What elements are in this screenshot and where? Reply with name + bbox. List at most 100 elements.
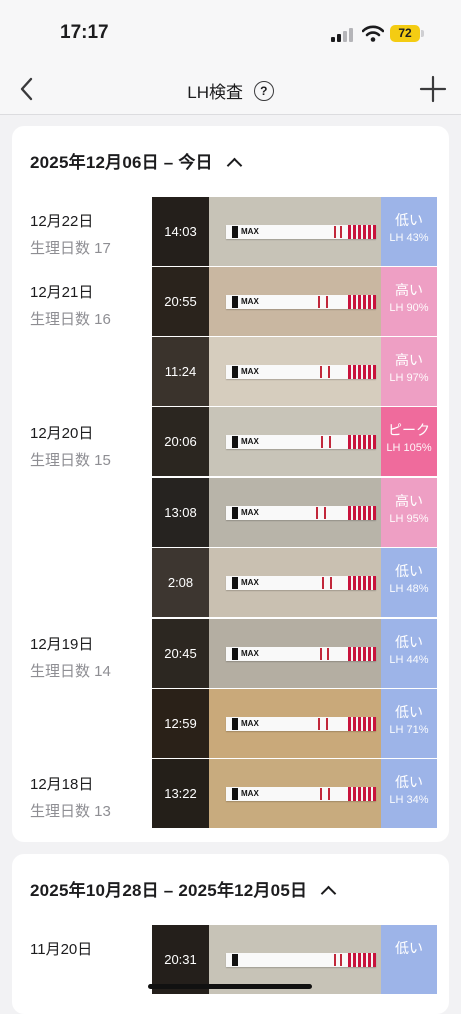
lh-percentage: LH 105% bbox=[386, 442, 432, 454]
test-strip: MAX bbox=[226, 647, 376, 661]
result-badge: 低い LH 34% bbox=[381, 759, 437, 828]
strip-lh-label bbox=[348, 953, 376, 967]
test-strip: MAX bbox=[226, 365, 376, 379]
result-label: 低い bbox=[395, 704, 423, 720]
test-strip-photo: 2:08 MAX bbox=[152, 548, 381, 617]
test-strip-photo: 12:59 MAX bbox=[152, 689, 381, 758]
day-label: 12月20日 生理日数 15 bbox=[30, 422, 111, 470]
control-line bbox=[320, 648, 322, 660]
test-entry[interactable]: 12:59 MAX 低い LH 71% bbox=[152, 689, 437, 758]
result-label: 低い bbox=[395, 774, 423, 790]
help-icon[interactable]: ? bbox=[253, 80, 274, 101]
navigation-bar: LH検査 ? bbox=[0, 66, 461, 115]
test-strip: MAX bbox=[226, 225, 376, 239]
lh-percentage: LH 95% bbox=[389, 513, 429, 525]
add-icon[interactable] bbox=[418, 74, 448, 104]
lh-percentage: LH 97% bbox=[389, 372, 429, 384]
test-time: 20:55 bbox=[164, 294, 197, 309]
lh-percentage: LH 71% bbox=[389, 724, 429, 736]
strip-arrow bbox=[232, 366, 238, 378]
test-strip: MAX bbox=[226, 576, 376, 590]
cycle-day: 生理日数 16 bbox=[30, 311, 111, 328]
status-bar: 17:17 72 bbox=[0, 0, 461, 66]
cycle-day: 生理日数 14 bbox=[30, 663, 111, 680]
test-line bbox=[328, 788, 330, 800]
test-time: 20:06 bbox=[164, 434, 197, 449]
test-time: 2:08 bbox=[167, 575, 194, 590]
test-entry[interactable]: 20:55 MAX 高い LH 90% bbox=[152, 267, 437, 336]
test-time: 13:08 bbox=[164, 505, 197, 520]
strip-max-label: MAX bbox=[241, 508, 259, 517]
strip-lh-label bbox=[348, 365, 376, 379]
control-line bbox=[321, 436, 323, 448]
cellular-signal-icon bbox=[331, 28, 353, 42]
day-date: 12月18日 bbox=[30, 776, 94, 793]
test-entry[interactable]: 2:08 MAX 低い LH 48% bbox=[152, 548, 437, 617]
strip-arrow bbox=[232, 226, 238, 238]
home-indicator bbox=[148, 984, 312, 989]
test-strip-photo: 20:06 MAX bbox=[152, 407, 381, 476]
test-line bbox=[327, 648, 329, 660]
test-strip-photo: 13:08 MAX bbox=[152, 478, 381, 547]
test-line bbox=[326, 718, 328, 730]
day-date: 11月20日 bbox=[30, 941, 93, 958]
result-label: 低い bbox=[395, 940, 423, 956]
collapse-chevron-icon[interactable] bbox=[320, 885, 337, 902]
lh-percentage: LH 34% bbox=[389, 794, 429, 806]
result-badge: 低い LH 44% bbox=[381, 619, 437, 688]
strip-arrow bbox=[232, 577, 238, 589]
result-badge: 高い LH 97% bbox=[381, 337, 437, 406]
control-line bbox=[320, 788, 322, 800]
test-line bbox=[340, 954, 342, 966]
battery-indicator: 72 bbox=[390, 25, 420, 42]
test-entry[interactable]: 11:24 MAX 高い LH 97% bbox=[152, 337, 437, 406]
result-label: 低い bbox=[395, 634, 423, 650]
test-line bbox=[329, 436, 331, 448]
control-line bbox=[334, 226, 336, 238]
strip-arrow bbox=[232, 296, 238, 308]
strip-lh-label bbox=[348, 787, 376, 801]
strip-max-label: MAX bbox=[241, 297, 259, 306]
test-entry[interactable]: 20:06 MAX ピーク LH 105% bbox=[152, 407, 437, 476]
day-date: 12月20日 bbox=[30, 425, 94, 442]
date-range-card: 2025年10月28日 – 2025年12月05日 11月20日 20:31 低い bbox=[12, 854, 449, 1014]
strip-lh-label bbox=[348, 717, 376, 731]
test-entry[interactable]: 20:45 MAX 低い LH 44% bbox=[152, 619, 437, 688]
strip-max-label: MAX bbox=[241, 437, 259, 446]
strip-arrow bbox=[232, 436, 238, 448]
test-strip-photo: 20:55 MAX bbox=[152, 267, 381, 336]
cycle-day: 生理日数 13 bbox=[30, 803, 111, 820]
result-badge: ピーク LH 105% bbox=[381, 407, 437, 476]
test-time: 11:24 bbox=[164, 364, 197, 379]
test-strip: MAX bbox=[226, 435, 376, 449]
test-line bbox=[328, 366, 330, 378]
date-range-header[interactable]: 2025年10月28日 – 2025年12月05日 bbox=[30, 876, 337, 902]
result-badge: 低い LH 48% bbox=[381, 548, 437, 617]
cycle-day: 生理日数 15 bbox=[30, 452, 111, 469]
test-line bbox=[326, 296, 328, 308]
strip-arrow bbox=[232, 954, 238, 966]
date-range-header[interactable]: 2025年12月06日 – 今日 bbox=[30, 148, 243, 174]
strip-arrow bbox=[232, 648, 238, 660]
status-time: 17:17 bbox=[60, 22, 109, 43]
result-badge: 低い LH 43% bbox=[381, 197, 437, 266]
control-line bbox=[318, 296, 320, 308]
control-line bbox=[322, 577, 324, 589]
test-entry[interactable]: 14:03 MAX 低い LH 43% bbox=[152, 197, 437, 266]
test-entry[interactable]: 13:22 MAX 低い LH 34% bbox=[152, 759, 437, 828]
lh-percentage: LH 90% bbox=[389, 302, 429, 314]
strip-max-label: MAX bbox=[241, 719, 259, 728]
strip-lh-label bbox=[348, 225, 376, 239]
day-label: 12月19日 生理日数 14 bbox=[30, 633, 111, 681]
strip-max-label: MAX bbox=[241, 578, 259, 587]
strip-lh-label bbox=[348, 647, 376, 661]
test-entry[interactable]: 13:08 MAX 高い LH 95% bbox=[152, 478, 437, 547]
collapse-chevron-icon[interactable] bbox=[226, 157, 243, 174]
result-label: 低い bbox=[395, 212, 423, 228]
lh-percentage: LH 48% bbox=[389, 583, 429, 595]
date-range-label: 2025年12月06日 – 今日 bbox=[30, 153, 213, 172]
day-date: 12月21日 bbox=[30, 284, 94, 301]
day-date: 12月19日 bbox=[30, 636, 94, 653]
day-date: 12月22日 bbox=[30, 213, 94, 230]
strip-arrow bbox=[232, 718, 238, 730]
